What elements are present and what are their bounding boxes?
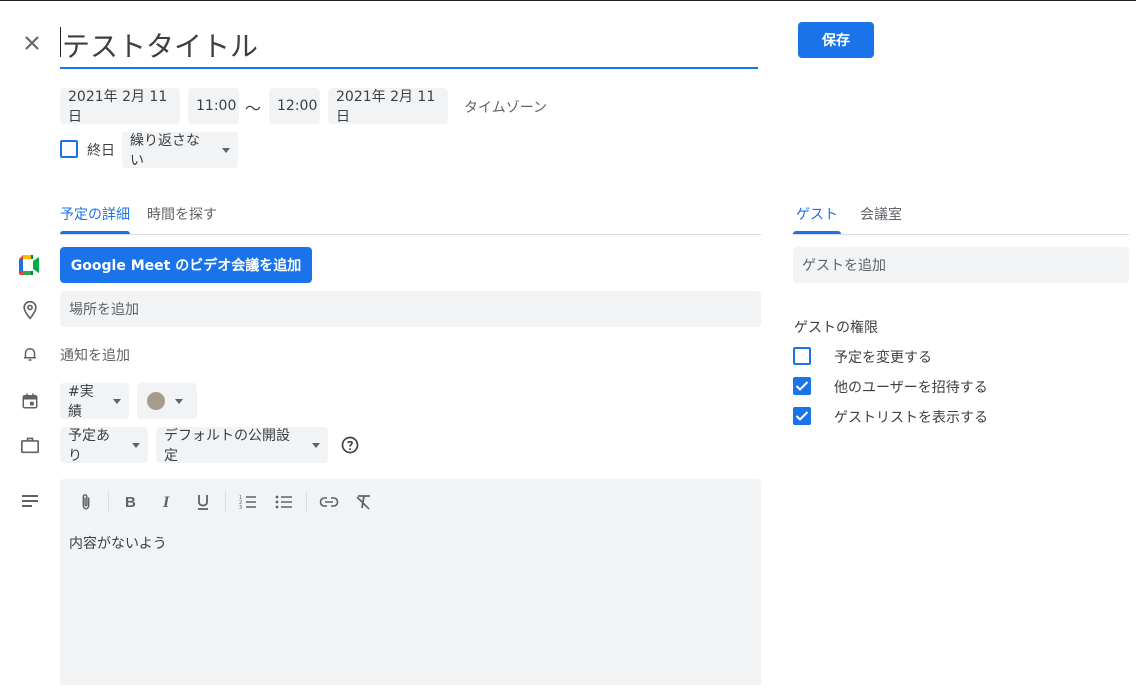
location-input[interactable]: 場所を追加 [60, 291, 761, 327]
toolbar-separator [225, 491, 226, 513]
start-time-chip[interactable]: 11:00 [188, 88, 239, 124]
calendar-dropdown[interactable]: #実績 [60, 383, 129, 420]
tab-event-details[interactable]: 予定の詳細 [60, 204, 130, 224]
permission-invite-label: 他のユーザーを招待する [834, 380, 988, 396]
allday-checkbox[interactable] [60, 140, 78, 158]
add-guest-input[interactable]: ゲストを追加 [793, 247, 1129, 283]
title-caret [60, 27, 61, 57]
recurrence-value: 繰り返さない [130, 133, 200, 169]
color-dropdown[interactable] [137, 383, 197, 419]
chevron-down-icon [113, 398, 121, 404]
google-meet-icon [18, 253, 42, 277]
bold-icon[interactable]: B [118, 490, 142, 514]
tabs-divider-left [60, 234, 761, 235]
calendar-name: #実績 [68, 384, 94, 420]
briefcase-icon [18, 433, 42, 457]
italic-icon[interactable]: I [155, 490, 179, 514]
bell-icon [18, 342, 42, 366]
end-time-chip[interactable]: 12:00 [269, 88, 320, 124]
svg-text:B: B [125, 494, 136, 510]
location-pin-icon [18, 298, 42, 322]
start-date-chip[interactable]: 2021年 2月 11日 [60, 88, 180, 125]
chevron-down-icon [222, 147, 230, 153]
svg-text:I: I [162, 494, 170, 510]
add-notification-link[interactable]: 通知を追加 [60, 345, 130, 365]
description-text: 内容がないよう [69, 536, 167, 552]
svg-text:3: 3 [239, 505, 242, 510]
toolbar-separator [108, 491, 109, 513]
description-icon [18, 489, 42, 513]
save-button[interactable]: 保存 [798, 22, 874, 58]
timezone-link[interactable]: タイムゾーン [464, 97, 547, 117]
numbered-list-icon[interactable]: 123 [236, 490, 260, 514]
time-separator: ～ [245, 99, 262, 118]
link-icon[interactable] [317, 490, 341, 514]
event-color-swatch [147, 392, 165, 410]
clear-formatting-icon[interactable] [352, 490, 376, 514]
permission-invite-checkbox[interactable] [793, 377, 811, 395]
recurrence-dropdown[interactable]: 繰り返さない [122, 132, 238, 169]
bulleted-list-icon[interactable] [272, 490, 296, 514]
allday-label: 終日 [87, 143, 115, 159]
help-icon[interactable] [340, 435, 360, 455]
visibility-dropdown[interactable]: デフォルトの公開設定 [156, 427, 328, 464]
underline-icon[interactable] [191, 490, 215, 514]
title-text: テストタイトル [62, 30, 259, 63]
add-meet-button[interactable]: Google Meet のビデオ会議を追加 [60, 247, 312, 283]
calendar-icon [18, 389, 42, 413]
availability-value: 予定あり [68, 428, 110, 464]
tab-guests[interactable]: ゲスト [796, 204, 838, 224]
close-icon[interactable] [20, 31, 44, 55]
chevron-down-icon [132, 442, 140, 448]
tabs-divider-right [793, 234, 1129, 235]
permission-modify-label: 予定を変更する [834, 350, 932, 366]
permission-modify-checkbox[interactable] [793, 347, 811, 365]
tab-find-time[interactable]: 時間を探す [147, 204, 217, 224]
availability-dropdown[interactable]: 予定あり [60, 427, 148, 464]
visibility-value: デフォルトの公開設定 [164, 428, 290, 464]
title-input[interactable]: テストタイトル [60, 19, 758, 69]
attachment-icon[interactable] [74, 490, 98, 514]
chevron-down-icon [312, 442, 320, 448]
tab-rooms[interactable]: 会議室 [860, 204, 902, 224]
permission-see-list-label: ゲストリストを表示する [834, 410, 988, 426]
chevron-down-icon [175, 398, 183, 404]
guest-permissions-title: ゲストの権限 [794, 320, 878, 336]
permission-see-list-checkbox[interactable] [793, 407, 811, 425]
toolbar-separator [306, 491, 307, 513]
end-date-chip[interactable]: 2021年 2月 11日 [328, 88, 448, 125]
